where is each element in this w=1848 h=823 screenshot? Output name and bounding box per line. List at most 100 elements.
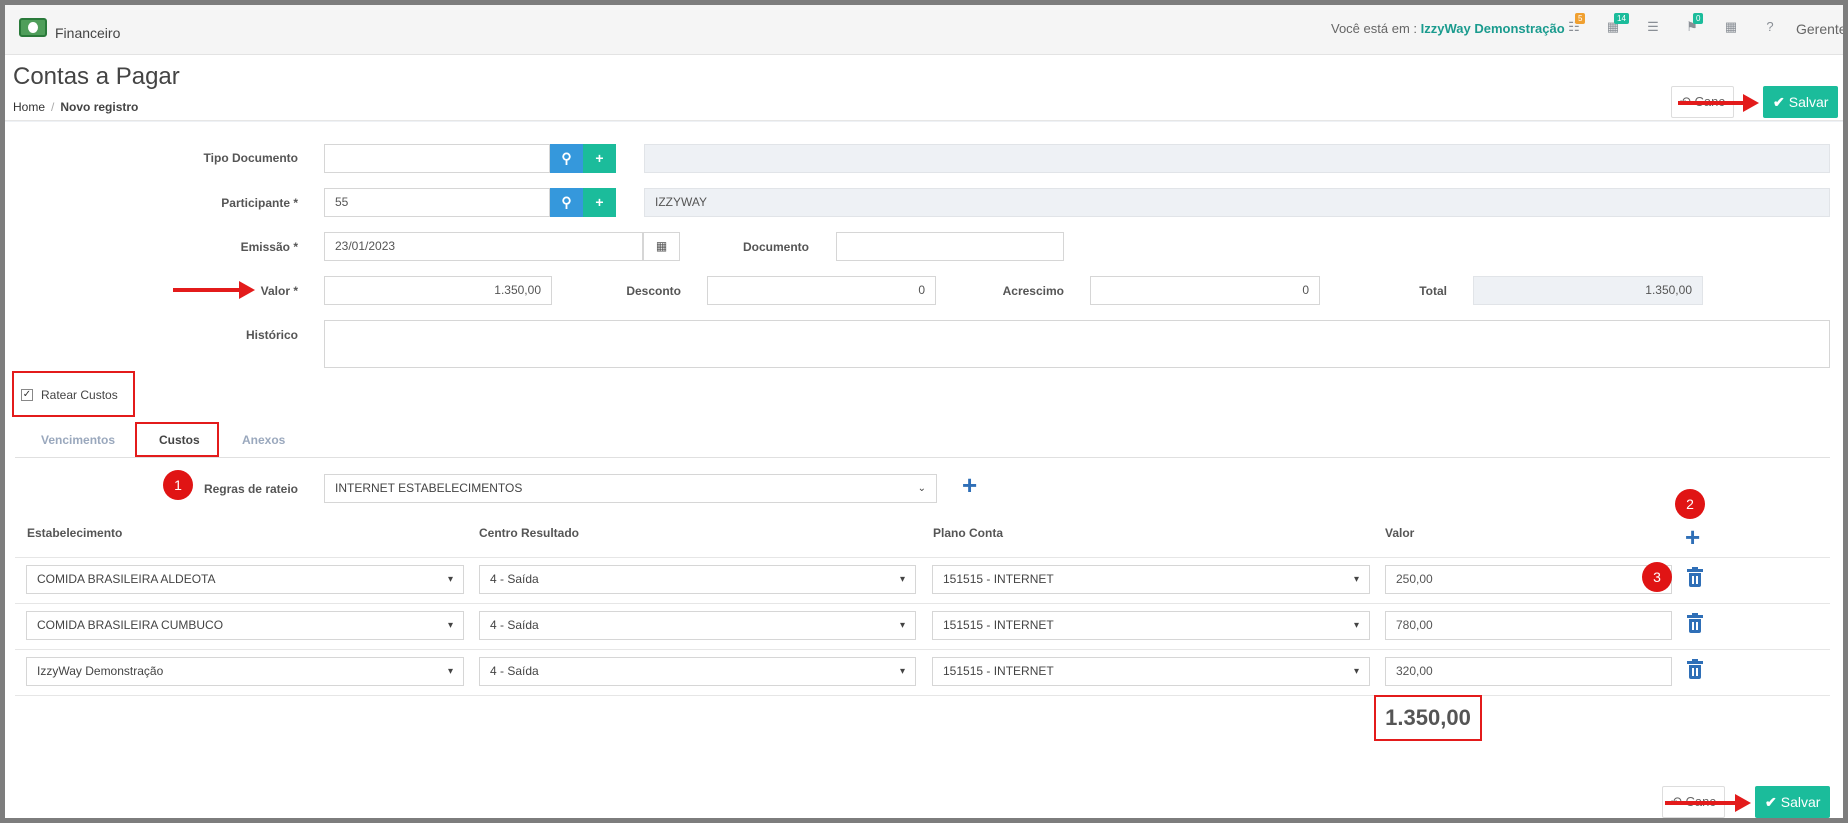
row2-valor[interactable]: 780,00 xyxy=(1385,611,1672,640)
top-bar: Financeiro Você está em : IzzyWay Demons… xyxy=(5,5,1843,55)
table-header-line xyxy=(15,557,1830,558)
trash-icon[interactable] xyxy=(1686,613,1704,635)
row1-valor[interactable]: 250,00 xyxy=(1385,565,1672,594)
list-icon[interactable]: ☰ xyxy=(1646,20,1660,34)
participante-label: Participante * xyxy=(221,196,298,210)
participante-input[interactable]: 55 xyxy=(324,188,550,217)
emissao-label: Emissão * xyxy=(240,240,298,254)
check-icon: ✔ xyxy=(1765,794,1777,810)
arrow-annotation-top xyxy=(1678,94,1759,112)
app-frame: Financeiro Você está em : IzzyWay Demons… xyxy=(0,0,1848,823)
caret-icon: ▾ xyxy=(447,574,453,585)
search-icon[interactable]: ⚲ xyxy=(550,144,583,173)
tipo-documento-label: Tipo Documento xyxy=(203,151,298,165)
page-header: Contas a Pagar Home/Novo registro ↶ Canc… xyxy=(5,55,1843,121)
context-value[interactable]: IzzyWay Demonstração xyxy=(1421,21,1565,36)
desconto-input[interactable]: 0 xyxy=(707,276,936,305)
add-rule-icon[interactable]: + xyxy=(962,472,977,498)
search-icon[interactable]: ⚲ xyxy=(550,188,583,217)
regras-select[interactable]: INTERNET ESTABELECIMENTOS ⌄ xyxy=(324,474,937,503)
regras-value: INTERNET ESTABELECIMENTOS xyxy=(335,481,523,495)
bell-icon[interactable]: ⚑ 0 xyxy=(1685,13,1704,34)
documento-input[interactable] xyxy=(836,232,1064,261)
row2-plano[interactable]: 151515 - INTERNET ▾ xyxy=(932,611,1370,640)
trash-icon[interactable] xyxy=(1686,567,1704,589)
ratear-label[interactable]: Ratear Custos xyxy=(41,388,118,402)
breadcrumb-current: Novo registro xyxy=(60,100,139,114)
row1-centro-value: 4 - Saída xyxy=(490,572,539,586)
row3-estabelecimento-value: IzzyWay Demonstração xyxy=(37,664,164,678)
ratear-checkbox[interactable]: ✓ xyxy=(21,389,33,401)
row-divider xyxy=(15,603,1830,604)
th-centro: Centro Resultado xyxy=(479,526,580,540)
row1-estabelecimento[interactable]: COMIDA BRASILEIRA ALDEOTA ▾ xyxy=(26,565,464,594)
breadcrumb: Home / Novo registro xyxy=(13,100,139,114)
row1-plano[interactable]: 151515 - INTERNET ▾ xyxy=(932,565,1370,594)
row3-plano-value: 151515 - INTERNET xyxy=(943,664,1054,678)
caret-icon: ▾ xyxy=(899,620,905,631)
valor-input[interactable]: 1.350,00 xyxy=(324,276,552,305)
money-icon xyxy=(19,18,47,37)
th-valor: Valor xyxy=(1385,526,1415,540)
documento-label: Documento xyxy=(743,240,809,254)
acrescimo-label: Acrescimo xyxy=(1002,284,1064,298)
caret-icon: ▾ xyxy=(447,620,453,631)
tipo-documento-input[interactable] xyxy=(324,144,550,173)
callout-2: 2 xyxy=(1675,489,1705,519)
add-row-icon[interactable]: + xyxy=(1685,524,1700,550)
th-estabelecimento: Estabelecimento xyxy=(27,526,123,540)
user-menu[interactable]: Gerente xyxy=(1796,21,1843,37)
row2-plano-value: 151515 - INTERNET xyxy=(943,618,1054,632)
page-title: Contas a Pagar xyxy=(13,63,180,90)
regras-label: Regras de rateio xyxy=(203,482,298,496)
rateio-total: 1.350,00 xyxy=(1374,695,1482,741)
historico-textarea[interactable] xyxy=(324,320,1830,368)
row1-estabelecimento-value: COMIDA BRASILEIRA ALDEOTA xyxy=(37,572,216,586)
caret-icon: ▾ xyxy=(1353,666,1359,677)
acrescimo-input[interactable]: 0 xyxy=(1090,276,1320,305)
row-divider xyxy=(15,695,1830,696)
add-icon[interactable]: + xyxy=(583,144,616,173)
tab-vencimentos[interactable]: Vencimentos xyxy=(41,433,115,447)
grid-icon[interactable]: ▦ 14 xyxy=(1606,13,1629,34)
row2-centro-value: 4 - Saída xyxy=(490,618,539,632)
row2-centro[interactable]: 4 - Saída ▾ xyxy=(479,611,916,640)
row2-estabelecimento[interactable]: COMIDA BRASILEIRA CUMBUCO ▾ xyxy=(26,611,464,640)
calendar-icon[interactable]: ▦ xyxy=(643,232,680,261)
save-button-bottom[interactable]: ✔ Salvar xyxy=(1755,786,1831,818)
emissao-input[interactable]: 23/01/2023 xyxy=(324,232,643,261)
row1-plano-value: 151515 - INTERNET xyxy=(943,572,1054,586)
total-value: 1.350,00 xyxy=(1473,276,1703,305)
chevron-down-icon: ⌄ xyxy=(917,483,926,494)
total-label: Total xyxy=(1419,284,1447,298)
save-button-top[interactable]: ✔ Salvar xyxy=(1763,86,1839,118)
row3-estabelecimento[interactable]: IzzyWay Demonstração ▾ xyxy=(26,657,464,686)
breadcrumb-home[interactable]: Home xyxy=(13,100,45,114)
desconto-label: Desconto xyxy=(626,284,681,298)
help-icon[interactable]: ? xyxy=(1763,20,1777,34)
bell-badge: 0 xyxy=(1693,13,1704,24)
arrow-annotation-bottom xyxy=(1665,794,1751,812)
caret-icon: ▾ xyxy=(1353,620,1359,631)
tab-anexos[interactable]: Anexos xyxy=(242,433,285,447)
check-icon: ✔ xyxy=(1773,94,1785,110)
context-label: Você está em : xyxy=(1331,21,1417,36)
row1-centro[interactable]: 4 - Saída ▾ xyxy=(479,565,916,594)
caret-icon: ▾ xyxy=(447,666,453,677)
row3-plano[interactable]: 151515 - INTERNET ▾ xyxy=(932,657,1370,686)
add-icon[interactable]: + xyxy=(583,188,616,217)
trash-icon[interactable] xyxy=(1686,659,1704,681)
tipo-documento-description xyxy=(644,144,1830,173)
valor-label: Valor * xyxy=(260,284,298,298)
callout-3: 3 xyxy=(1642,562,1672,592)
context-indicator: Você está em : IzzyWay Demonstração xyxy=(1331,21,1565,36)
tab-custos[interactable]: Custos xyxy=(159,433,200,447)
sitemap-icon[interactable]: ☷ 5 xyxy=(1567,13,1586,34)
historico-label: Histórico xyxy=(245,328,298,342)
row3-centro[interactable]: 4 - Saída ▾ xyxy=(479,657,916,686)
row-divider xyxy=(15,649,1830,650)
row3-centro-value: 4 - Saída xyxy=(490,664,539,678)
save-label: Salvar xyxy=(1780,794,1821,810)
row3-valor[interactable]: 320,00 xyxy=(1385,657,1672,686)
calendar-icon[interactable]: ▦ xyxy=(1724,20,1738,34)
